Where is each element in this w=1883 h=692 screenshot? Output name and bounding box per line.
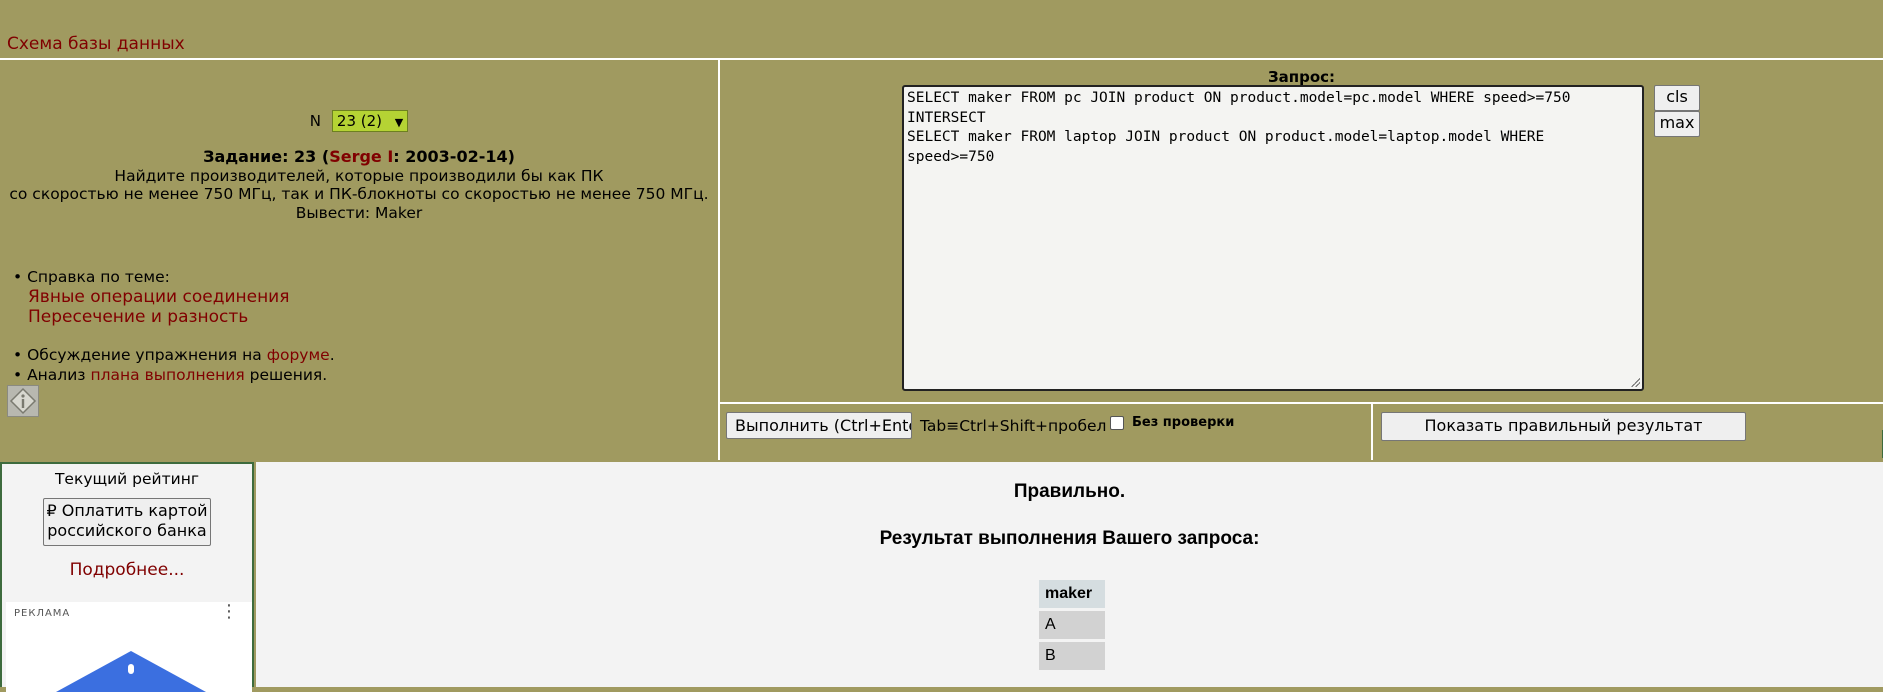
help-link-joins[interactable]: Явные операции соединения xyxy=(28,287,289,307)
help-title: • Справка по теме: xyxy=(13,268,170,286)
table-cell: B xyxy=(1039,642,1105,670)
ad-image[interactable] xyxy=(56,648,206,692)
discussion-suffix: . xyxy=(329,346,335,364)
result-table: maker A B xyxy=(1039,577,1105,673)
top-bar: Схема базы данных xyxy=(0,0,1883,60)
more-link[interactable]: Подробнее... xyxy=(2,560,252,580)
task-select-row: N 23 (2) ▼ xyxy=(0,110,718,132)
task-title-prefix: Задание: 23 ( xyxy=(203,147,330,166)
rating-title: Текущий рейтинг xyxy=(54,470,200,488)
more-options-icon[interactable]: ⋮ xyxy=(220,603,238,621)
task-line-3: Вывести: Maker xyxy=(295,203,423,222)
author-link[interactable]: Serge I xyxy=(329,147,393,166)
task-line-1: Найдите производителей, которые производ… xyxy=(114,166,604,185)
table-header-row: maker xyxy=(1039,580,1105,608)
task-panel: N 23 (2) ▼ Задание: 23 (Serge I: 2003-02… xyxy=(0,60,720,460)
table-row: B xyxy=(1039,642,1105,670)
execute-row: Выполнить (Ctrl+Enter) Tab≡Ctrl+Shift+пр… xyxy=(720,404,1373,460)
chevron-down-icon: ▼ xyxy=(394,116,404,129)
ad-block[interactable]: РЕКЛАМА ⋮ xyxy=(6,602,252,692)
no-check-option[interactable]: Без проверки xyxy=(1110,415,1234,430)
discussion-block: • Обсуждение упражнения на форуме. • Ана… xyxy=(13,345,335,385)
task-number-label: N xyxy=(309,111,321,130)
show-result-panel: Показать правильный результат xyxy=(1373,404,1883,460)
result-panel: Правильно. Результат выполнения Вашего з… xyxy=(256,462,1883,687)
show-correct-result-button[interactable]: Показать правильный результат xyxy=(1381,412,1746,441)
task-select-value: 23 (2) xyxy=(336,112,383,130)
task-description: Задание: 23 (Serge I: 2003-02-14) Найдит… xyxy=(0,147,718,222)
task-title: Задание: 23 (Serge I: 2003-02-14) xyxy=(0,147,718,167)
no-check-checkbox[interactable] xyxy=(1110,415,1124,430)
query-label: Запрос: xyxy=(1267,68,1336,86)
info-icon[interactable] xyxy=(7,385,39,417)
pay-by-card-button[interactable]: ₽ Оплатить картой российского банка xyxy=(43,498,211,546)
help-block: • Справка по теме: Явные операции соедин… xyxy=(13,267,289,327)
discussion-prefix: • Обсуждение упражнения на xyxy=(13,346,267,364)
discussion-line: • Обсуждение упражнения на форуме. xyxy=(13,345,335,365)
task-line-2: со скоростью не менее 750 МГц, так и ПК-… xyxy=(9,185,709,203)
rating-panel: Текущий рейтинг ₽ Оплатить картой россий… xyxy=(0,462,254,692)
column-header: maker xyxy=(1039,580,1105,608)
table-row: A xyxy=(1039,611,1105,639)
no-check-label: Без проверки xyxy=(1132,415,1235,430)
help-link-intersect[interactable]: Пересечение и разность xyxy=(28,307,248,327)
table-cell: A xyxy=(1039,611,1105,639)
execution-plan-link[interactable]: плана выполнения xyxy=(90,366,244,384)
query-panel: Запрос: SELECT maker FROM pc JOIN produc… xyxy=(720,60,1883,404)
result-status: Правильно. xyxy=(1013,481,1126,502)
schema-link[interactable]: Схема базы данных xyxy=(7,34,185,54)
analysis-line: • Анализ плана выполнения решения. xyxy=(13,365,335,385)
result-heading: Результат выполнения Вашего запроса: xyxy=(879,528,1260,549)
analysis-suffix: решения. xyxy=(244,366,328,384)
analysis-prefix: • Анализ xyxy=(13,366,91,384)
ad-label: РЕКЛАМА xyxy=(14,608,71,619)
max-button[interactable]: max xyxy=(1654,111,1700,137)
task-title-suffix: : 2003-02-14) xyxy=(393,147,515,166)
cls-button[interactable]: cls xyxy=(1654,85,1700,111)
task-select[interactable]: 23 (2) ▼ xyxy=(331,110,409,132)
tab-hint: Tab≡Ctrl+Shift+пробел xyxy=(920,417,1107,435)
query-textarea[interactable]: SELECT maker FROM pc JOIN product ON pro… xyxy=(902,85,1644,391)
resize-handle-icon[interactable] xyxy=(1630,377,1640,387)
forum-link[interactable]: форуме xyxy=(267,346,330,364)
execute-button[interactable]: Выполнить (Ctrl+Enter) xyxy=(726,412,912,439)
